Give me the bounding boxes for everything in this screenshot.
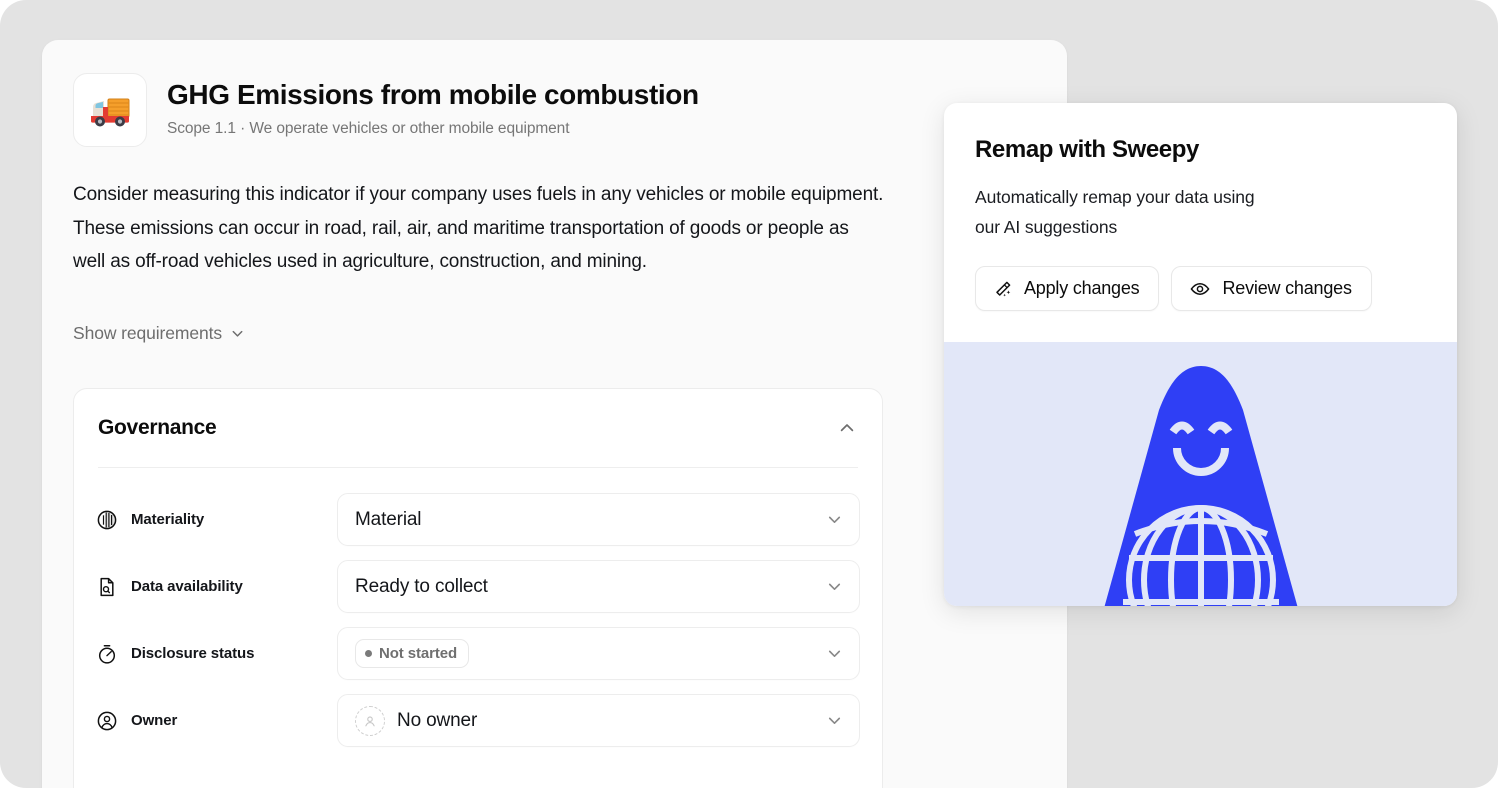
governance-title: Governance	[98, 416, 217, 439]
status-badge-label: Not started	[379, 645, 458, 662]
indicator-description: Consider measuring this indicator if you…	[73, 184, 884, 272]
field-label-text: Materiality	[131, 511, 205, 528]
show-requirements-label: Show requirements	[73, 323, 223, 343]
remap-popover-title: Remap with Sweepy	[975, 136, 1199, 163]
chevron-down-icon	[828, 717, 841, 724]
stopwatch-icon	[98, 644, 116, 664]
disclosure-status-value-wrap: Not started	[355, 639, 826, 668]
field-row-materiality: Materiality Material	[96, 493, 860, 546]
chevron-up-icon[interactable]	[838, 419, 856, 437]
sweepy-mascot-illustration	[944, 342, 1457, 606]
owner-value-wrap: No owner	[355, 705, 826, 736]
owner-select[interactable]: No owner	[337, 694, 860, 747]
remap-popover-body: Remap with Sweepy Automatically remap yo…	[944, 103, 1457, 311]
data-availability-select[interactable]: Ready to collect	[337, 560, 860, 613]
governance-card-header[interactable]: Governance	[74, 389, 882, 467]
review-changes-label: Review changes	[1222, 278, 1352, 298]
delivery-truck-emoji	[73, 73, 147, 147]
field-label-text: Owner	[131, 712, 178, 729]
field-row-data-availability: Data availability Ready to collect	[96, 560, 860, 613]
owner-value: No owner	[397, 709, 478, 731]
page-title: GHG Emissions from mobile combustion	[167, 79, 699, 110]
chevron-down-icon	[828, 583, 841, 590]
status-badge: Not started	[355, 639, 470, 668]
apply-changes-button[interactable]: Apply changes	[975, 266, 1160, 311]
document-search-icon	[100, 577, 114, 596]
indicator-header: GHG Emissions from mobile combustion Sco…	[73, 73, 699, 147]
materiality-select[interactable]: Material	[337, 493, 860, 546]
field-label-owner: Owner	[96, 710, 337, 732]
governance-fields: Materiality Material Data availability R…	[74, 468, 882, 777]
status-dot-icon	[365, 650, 372, 657]
field-row-owner: Owner No owner	[96, 694, 860, 747]
chevron-down-icon	[828, 516, 841, 523]
person-circle-icon	[97, 711, 117, 730]
remap-with-sweepy-popover: Remap with Sweepy Automatically remap yo…	[944, 103, 1457, 606]
eye-icon	[1191, 282, 1210, 295]
remap-popover-actions: Apply changes Review changes	[975, 266, 1426, 311]
apply-changes-label: Apply changes	[1024, 278, 1140, 298]
field-label-materiality: Materiality	[96, 509, 337, 531]
app-frame: GHG Emissions from mobile combustion Sco…	[0, 0, 1498, 788]
empty-person-avatar-icon	[355, 705, 385, 736]
review-changes-button[interactable]: Review changes	[1171, 266, 1372, 311]
magic-wand-icon	[996, 281, 1011, 296]
chevron-down-icon	[232, 330, 243, 337]
data-availability-value: Ready to collect	[355, 575, 488, 597]
indicator-subtitle: Scope 1.1 · We operate vehicles or other…	[167, 120, 570, 138]
governance-card: Governance Materiality Material Data ava…	[73, 388, 883, 788]
chevron-down-icon	[828, 650, 841, 657]
field-label-text: Disclosure status	[131, 645, 255, 662]
field-label-disclosure-status: Disclosure status	[96, 643, 337, 665]
disclosure-status-select[interactable]: Not started	[337, 627, 860, 680]
field-label-text: Data availability	[131, 578, 243, 595]
materiality-value: Material	[355, 508, 422, 530]
field-label-data-availability: Data availability	[96, 576, 337, 598]
materiality-contrast-icon	[97, 510, 117, 529]
indicator-detail-panel: GHG Emissions from mobile combustion Sco…	[42, 40, 1067, 788]
remap-popover-description: Automatically remap your data using our …	[975, 187, 1255, 237]
field-row-disclosure-status: Disclosure status Not started	[96, 627, 860, 680]
show-requirements-toggle[interactable]: Show requirements	[73, 323, 245, 344]
